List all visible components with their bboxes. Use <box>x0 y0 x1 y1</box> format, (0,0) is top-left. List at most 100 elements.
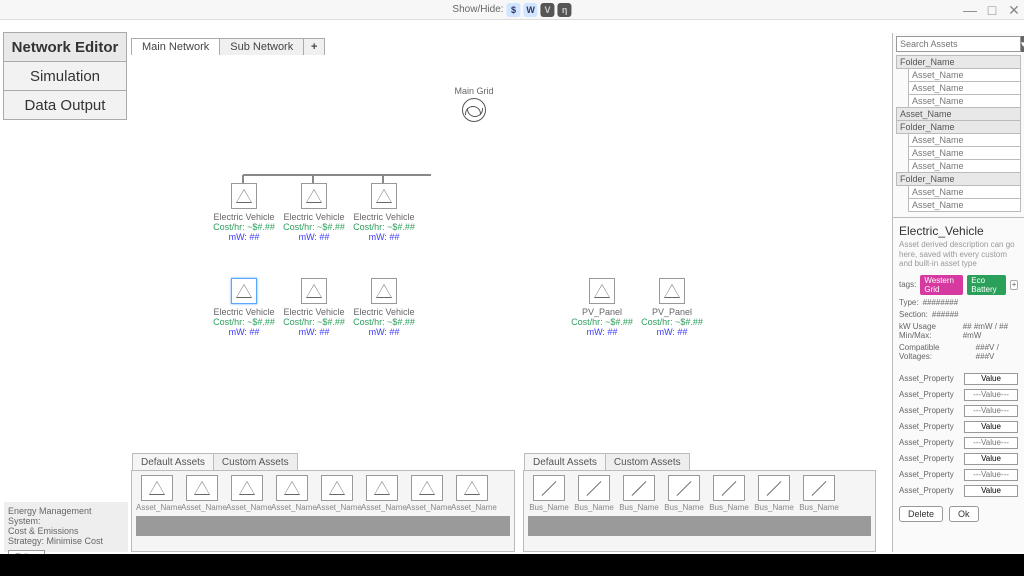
ev-icon <box>301 278 327 304</box>
ev-icon <box>301 183 327 209</box>
network-canvas[interactable]: Main Grid Electric Vehicle Cost/hr: ~$#.… <box>131 55 884 468</box>
tab-add[interactable]: + <box>303 38 325 56</box>
tag[interactable]: Eco Battery <box>967 275 1006 295</box>
bus-palette: Default Assets Custom Assets Bus_Name Bu… <box>523 470 876 552</box>
tab-sub-network[interactable]: Sub Network <box>219 38 304 56</box>
selected-asset-desc: Asset derived description can go here, s… <box>899 240 1018 269</box>
asset-tree: Folder_Name Asset_Name Asset_Name Asset_… <box>896 55 1021 212</box>
delete-button[interactable]: Delete <box>899 506 943 522</box>
close-button[interactable]: ✕ <box>1006 2 1022 18</box>
property-input[interactable] <box>964 437 1018 449</box>
tags-row: tags: Western Grid Eco Battery + <box>899 275 1018 295</box>
ems-panel: Energy Management System: Cost & Emissio… <box>4 502 128 552</box>
asset-pv-2[interactable]: PV_Panel Cost/hr: ~$#.## mW: ## <box>637 278 707 337</box>
main-grid-label: Main Grid <box>449 86 499 96</box>
ev-icon <box>231 183 257 209</box>
asset-ev-3[interactable]: Electric Vehicle Cost/hr: ~$#.## mW: ## <box>349 183 419 242</box>
asset-palette: Default Assets Custom Assets Asset_Name … <box>131 470 515 552</box>
toggle-volt[interactable]: V <box>541 3 555 17</box>
palette-item[interactable]: Asset_Name <box>316 475 358 512</box>
maximize-button[interactable]: □ <box>984 2 1000 18</box>
property-input[interactable] <box>964 389 1018 401</box>
toggle-watt[interactable]: W <box>524 3 538 17</box>
ev-icon <box>371 278 397 304</box>
tree-folder[interactable]: Folder_Name <box>896 120 1021 134</box>
footer-bar <box>0 554 1024 576</box>
palette-tab-custom[interactable]: Custom Assets <box>213 453 298 470</box>
palette-tab-custom[interactable]: Custom Assets <box>605 453 690 470</box>
tree-item[interactable]: Asset_Name <box>908 81 1021 95</box>
ok-button[interactable]: Ok <box>949 506 979 522</box>
mode-simulation[interactable]: Simulation <box>3 61 127 91</box>
asset-ev-1[interactable]: Electric Vehicle Cost/hr: ~$#.## mW: ## <box>209 183 279 242</box>
palette-item[interactable]: Bus_Name <box>573 475 615 512</box>
pv-icon <box>659 278 685 304</box>
ems-line1: Cost & Emissions <box>8 526 124 536</box>
tree-item[interactable]: Asset_Name <box>908 68 1021 82</box>
asset-ev-6[interactable]: Electric Vehicle Cost/hr: ~$#.## mW: ## <box>349 278 419 337</box>
property-input[interactable] <box>964 405 1018 417</box>
asset-search: ▾ <box>896 36 1021 52</box>
tag[interactable]: Western Grid <box>920 275 963 295</box>
asset-ev-5[interactable]: Electric Vehicle Cost/hr: ~$#.## mW: ## <box>279 278 349 337</box>
palette-item[interactable]: Bus_Name <box>708 475 750 512</box>
tree-folder[interactable]: Folder_Name <box>896 172 1021 186</box>
selected-asset-title: Electric_Vehicle <box>899 224 1018 238</box>
palette-item[interactable]: Asset_Name <box>406 475 448 512</box>
search-input[interactable] <box>896 36 1021 52</box>
tree-item[interactable]: Asset_Name <box>908 94 1021 108</box>
title-bar: Show/Hide: $ W V η — □ ✕ <box>0 0 1024 20</box>
window-controls: — □ ✕ <box>962 2 1022 18</box>
toggle-cost[interactable]: $ <box>507 3 521 17</box>
palette-item[interactable]: Asset_Name <box>226 475 268 512</box>
mode-data-output[interactable]: Data Output <box>3 90 127 120</box>
show-hide-label: Show/Hide: <box>452 4 503 15</box>
toggle-eff[interactable]: η <box>558 3 572 17</box>
palette-item[interactable]: Asset_Name <box>181 475 223 512</box>
add-tag-button[interactable]: + <box>1010 280 1018 290</box>
ems-strategy: Strategy: Minimise Cost <box>8 536 124 546</box>
palette-item[interactable]: Asset_Name <box>271 475 313 512</box>
scrollbar[interactable] <box>892 33 893 552</box>
property-input[interactable] <box>964 469 1018 481</box>
property-input[interactable] <box>964 421 1018 433</box>
palette-item[interactable]: Bus_Name <box>618 475 660 512</box>
minimize-button[interactable]: — <box>962 2 978 18</box>
palette-item[interactable]: Asset_Name <box>451 475 493 512</box>
property-input[interactable] <box>964 485 1018 497</box>
tab-main-network[interactable]: Main Network <box>131 38 220 56</box>
grid-icon <box>462 98 486 122</box>
tree-item[interactable]: Asset_Name <box>908 159 1021 173</box>
asset-cost: Cost/hr: ~$#.## <box>209 222 279 232</box>
tree-folder[interactable]: Asset_Name <box>896 107 1021 121</box>
palette-tab-default[interactable]: Default Assets <box>524 453 606 470</box>
mode-menu: Network Editor Simulation Data Output <box>3 32 127 119</box>
asset-ev-2[interactable]: Electric Vehicle Cost/hr: ~$#.## mW: ## <box>279 183 349 242</box>
property-input[interactable] <box>964 453 1018 465</box>
tree-folder[interactable]: Folder_Name <box>896 55 1021 69</box>
palette-tab-default[interactable]: Default Assets <box>132 453 214 470</box>
tree-item[interactable]: Asset_Name <box>908 146 1021 160</box>
palette-item[interactable]: Bus_Name <box>798 475 840 512</box>
mode-network-editor[interactable]: Network Editor <box>3 32 127 62</box>
ems-title: Energy Management System: <box>8 506 124 526</box>
palette-item[interactable]: Bus_Name <box>663 475 705 512</box>
show-hide-toggles: Show/Hide: $ W V η <box>452 3 571 17</box>
properties-panel: ▾ Folder_Name Asset_Name Asset_Name Asse… <box>892 33 1024 552</box>
network-tabs: Main Network Sub Network + <box>131 36 324 56</box>
ev-icon <box>371 183 397 209</box>
asset-name: Electric Vehicle <box>209 212 279 222</box>
tree-item[interactable]: Asset_Name <box>908 198 1021 212</box>
property-input[interactable] <box>964 373 1018 385</box>
palette-item[interactable]: Bus_Name <box>753 475 795 512</box>
palette-item[interactable]: Bus_Name <box>528 475 570 512</box>
main-grid-node[interactable]: Main Grid <box>449 86 499 122</box>
palette-item[interactable]: Asset_Name <box>361 475 403 512</box>
asset-mw: mW: ## <box>209 232 279 242</box>
pv-icon <box>589 278 615 304</box>
palette-item[interactable]: Asset_Name <box>136 475 178 512</box>
asset-pv-1[interactable]: PV_Panel Cost/hr: ~$#.## mW: ## <box>567 278 637 337</box>
tree-item[interactable]: Asset_Name <box>908 133 1021 147</box>
asset-ev-4-selected[interactable]: Electric Vehicle Cost/hr: ~$#.## mW: ## <box>209 278 279 337</box>
tree-item[interactable]: Asset_Name <box>908 185 1021 199</box>
